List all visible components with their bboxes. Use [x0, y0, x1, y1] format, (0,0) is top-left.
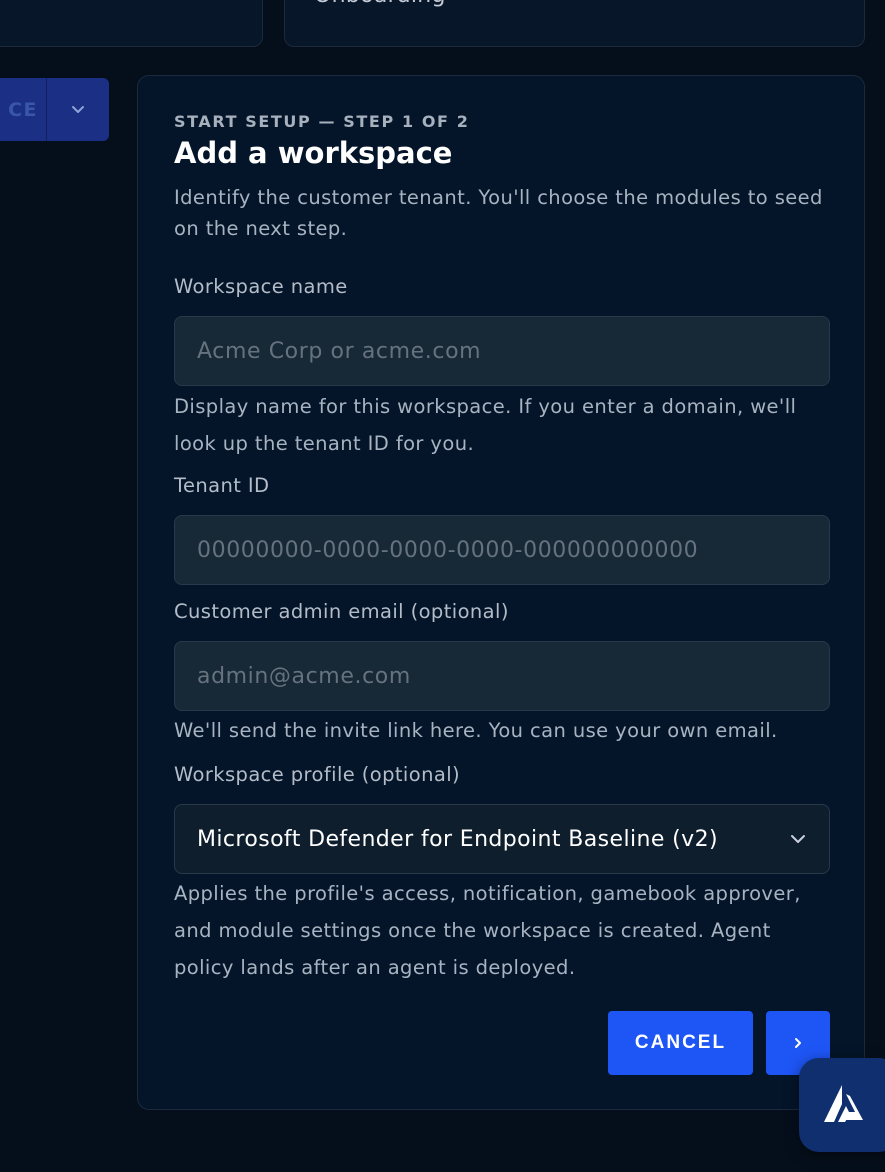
workspace-name-help: Display name for this workspace. If you … — [174, 395, 797, 455]
top-card-onboarding[interactable]: Onboarding — [284, 0, 865, 47]
chevron-down-icon — [72, 105, 84, 113]
add-workspace-panel: START SETUP — STEP 1 OF 2 Add a workspac… — [137, 75, 865, 1110]
floating-assistant-button[interactable] — [799, 1058, 885, 1152]
admin-email-placeholder: admin@acme.com — [197, 663, 411, 689]
split-button-label[interactable]: CE — [0, 78, 46, 141]
admin-email-help: We'll send the invite link here. You can… — [174, 719, 778, 742]
chevron-right-icon — [795, 1038, 801, 1048]
brand-logo-icon — [824, 1085, 863, 1122]
admin-email-label: Customer admin email (optional) — [174, 600, 509, 623]
tenant-id-input[interactable]: 00000000-0000-0000-0000-000000000000 — [174, 515, 830, 585]
workspace-name-label: Workspace name — [174, 275, 348, 298]
profile-label: Workspace profile (optional) — [174, 763, 461, 786]
workspace-profile-select[interactable]: Microsoft Defender for Endpoint Baseline… — [174, 804, 830, 874]
top-card-left — [0, 0, 263, 47]
cancel-button[interactable]: CANCEL — [608, 1011, 753, 1075]
chevron-down-icon — [791, 835, 805, 843]
split-action-button[interactable]: CE — [0, 78, 109, 141]
top-card-label: Onboarding — [314, 0, 446, 9]
tenant-id-label: Tenant ID — [174, 474, 270, 497]
profile-help: Applies the profile's access, notificati… — [174, 882, 801, 979]
split-button-dropdown[interactable] — [47, 78, 109, 141]
profile-selected-value: Microsoft Defender for Endpoint Baseline… — [197, 826, 718, 852]
page-subtitle: Identify the customer tenant. You'll cho… — [174, 186, 823, 240]
workspace-name-input[interactable]: Acme Corp or acme.com — [174, 316, 830, 386]
admin-email-input[interactable]: admin@acme.com — [174, 641, 830, 711]
step-eyebrow: START SETUP — STEP 1 OF 2 — [174, 112, 470, 131]
page-title: Add a workspace — [174, 136, 453, 170]
workspace-name-placeholder: Acme Corp or acme.com — [197, 338, 482, 364]
tenant-id-placeholder: 00000000-0000-0000-0000-000000000000 — [197, 537, 699, 563]
